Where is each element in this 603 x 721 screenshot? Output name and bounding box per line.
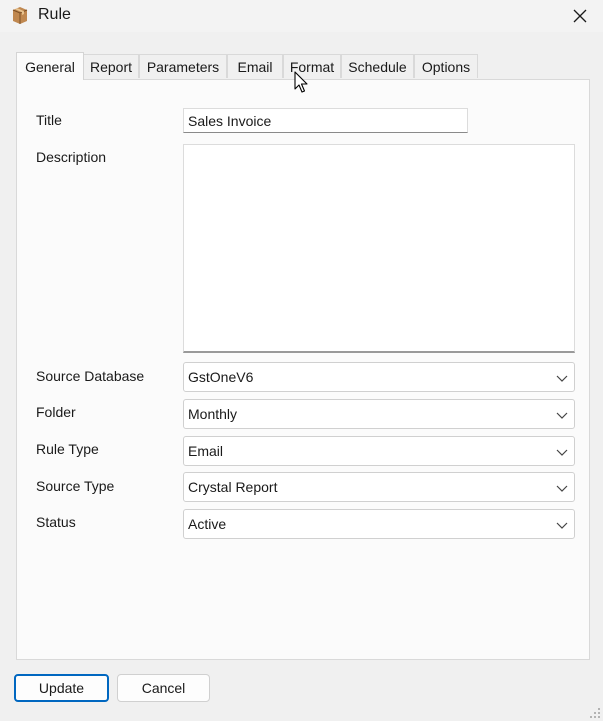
tab-format[interactable]: Format xyxy=(283,54,341,78)
status-value: Active xyxy=(188,516,227,532)
close-button[interactable] xyxy=(557,0,603,32)
chevron-down-icon xyxy=(556,522,568,529)
source-type-label: Source Type xyxy=(36,478,115,494)
source-type-select[interactable]: Crystal Report xyxy=(183,472,575,502)
chevron-down-icon xyxy=(556,412,568,419)
chevron-down-icon xyxy=(556,375,568,382)
mouse-pointer-icon xyxy=(294,71,308,93)
title-bar: Rule xyxy=(0,0,603,32)
update-button[interactable]: Update xyxy=(14,674,109,702)
status-label: Status xyxy=(36,514,76,530)
tab-options[interactable]: Options xyxy=(414,54,478,78)
source-database-value: GstOneV6 xyxy=(188,369,254,385)
tab-general[interactable]: General xyxy=(16,52,84,80)
cancel-button[interactable]: Cancel xyxy=(117,674,210,702)
folder-value: Monthly xyxy=(188,406,238,422)
window-title: Rule xyxy=(38,6,71,23)
tab-email[interactable]: Email xyxy=(227,54,283,78)
status-select[interactable]: Active xyxy=(183,509,575,539)
resize-grip-icon[interactable] xyxy=(589,707,601,719)
chevron-down-icon xyxy=(556,449,568,456)
description-label: Description xyxy=(36,149,107,165)
folder-label: Folder xyxy=(36,404,76,420)
title-label: Title xyxy=(36,112,62,128)
source-database-select[interactable]: GstOneV6 xyxy=(183,362,575,392)
source-database-label: Source Database xyxy=(36,368,145,384)
title-input[interactable]: Sales Invoice xyxy=(183,108,468,133)
chevron-down-icon xyxy=(556,485,568,492)
source-type-value: Crystal Report xyxy=(188,479,278,495)
description-textarea[interactable] xyxy=(183,144,575,353)
rule-type-select[interactable]: Email xyxy=(183,436,575,466)
tab-parameters[interactable]: Parameters xyxy=(139,54,227,78)
package-box-icon xyxy=(12,7,28,24)
close-icon xyxy=(573,9,587,23)
tab-report[interactable]: Report xyxy=(83,54,139,78)
tab-schedule[interactable]: Schedule xyxy=(341,54,414,78)
folder-select[interactable]: Monthly xyxy=(183,399,575,429)
rule-type-label: Rule Type xyxy=(36,441,99,457)
rule-type-value: Email xyxy=(188,443,224,459)
